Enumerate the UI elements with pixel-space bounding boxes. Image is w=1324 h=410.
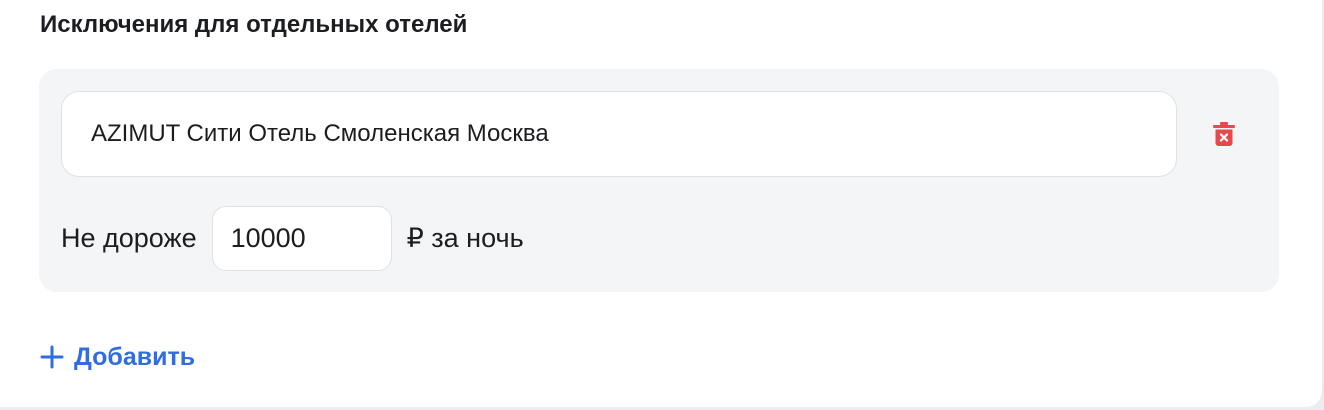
hotel-exception-item: AZIMUT Сити Отель Смоленская Москва Не д…: [39, 69, 1279, 292]
hotel-exceptions-card: Исключения для отдельных отелей AZIMUT С…: [0, 0, 1322, 407]
price-limit-input[interactable]: 10000: [211, 206, 392, 271]
price-limit-label: Не дороже: [61, 223, 197, 253]
add-exception-button[interactable]: Добавить: [40, 339, 195, 375]
plus-icon: [40, 345, 64, 369]
trash-icon: [1213, 122, 1235, 146]
section-title: Исключения для отдельных отелей: [40, 11, 468, 38]
add-exception-label: Добавить: [74, 342, 196, 371]
delete-exception-button[interactable]: [1205, 115, 1243, 153]
price-limit-row: Не дороже 10000 ₽ за ночь: [61, 206, 524, 271]
price-limit-value: 10000: [230, 223, 306, 253]
price-limit-suffix: ₽ за ночь: [406, 223, 524, 253]
hotel-select-field[interactable]: AZIMUT Сити Отель Смоленская Москва: [61, 91, 1177, 177]
hotel-select-value: AZIMUT Сити Отель Смоленская Москва: [91, 120, 549, 147]
